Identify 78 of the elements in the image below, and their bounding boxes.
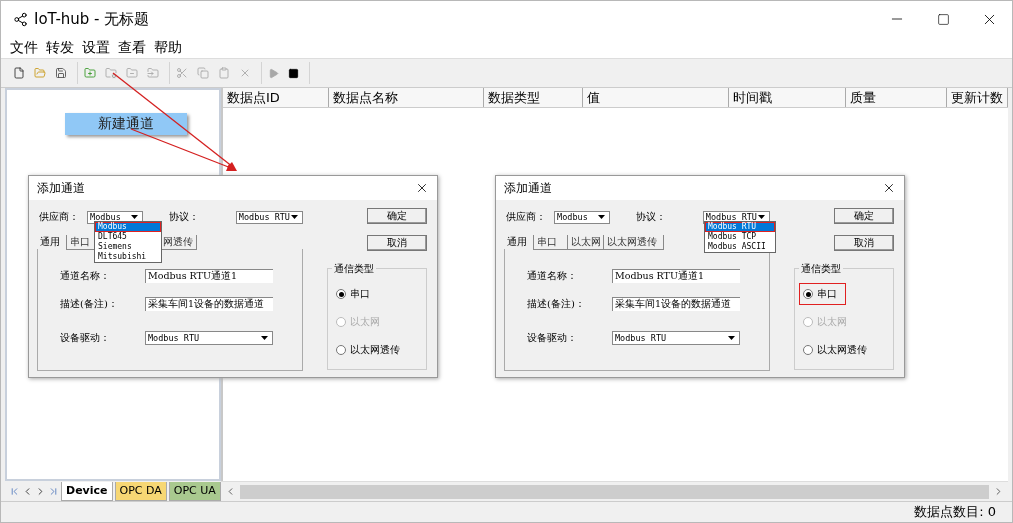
- field-label: 设备驱动：: [60, 331, 111, 345]
- tab[interactable]: 通用: [37, 235, 67, 250]
- input-field[interactable]: Modbus RTU通道1: [612, 269, 740, 283]
- last-page-icon[interactable]: [48, 485, 59, 497]
- first-page-icon[interactable]: [9, 485, 20, 497]
- caret-icon: [290, 214, 299, 220]
- status-text: 数据点数目: 0: [914, 503, 996, 521]
- floppy-icon[interactable]: [55, 67, 67, 79]
- sheet-tab[interactable]: Device: [61, 481, 113, 501]
- folder-plus-icon[interactable]: [84, 67, 96, 79]
- dropdown-field[interactable]: Modbus RTU: [235, 210, 303, 224]
- dialog-title: 添加通道: [37, 179, 85, 197]
- field-label: 描述(备注)：: [60, 297, 119, 311]
- dialog-button[interactable]: 确定: [367, 208, 427, 224]
- column-header[interactable]: 更新计数: [947, 88, 1008, 107]
- column-header[interactable]: 数据类型: [484, 88, 583, 107]
- app-logo-icon: [13, 11, 28, 27]
- window-title: IoT-hub - 无标题: [34, 9, 151, 29]
- radio-button[interactable]: 以太网透传: [799, 339, 876, 361]
- menu-item[interactable]: 查看: [118, 38, 146, 57]
- field-label: 供应商：: [505, 210, 547, 224]
- radio-button[interactable]: 以太网透传: [332, 339, 409, 361]
- column-header[interactable]: 值: [583, 88, 729, 107]
- radio-dot-icon[interactable]: [336, 289, 346, 299]
- dropdown-field[interactable]: Modbus RTU: [612, 331, 740, 345]
- field-label: 通道名称：: [527, 269, 578, 283]
- group-title: 通信类型: [799, 262, 843, 276]
- dropdown-option[interactable]: Modbus: [95, 222, 161, 232]
- tab[interactable]: 串口: [534, 235, 568, 250]
- column-header[interactable]: 时间戳: [729, 88, 846, 107]
- menu-item[interactable]: 帮助: [154, 38, 182, 57]
- input-field[interactable]: 采集车间1设备的数据通道: [612, 297, 740, 311]
- menu-item[interactable]: 转发: [46, 38, 74, 57]
- dropdown-option[interactable]: Mitsubishi: [95, 252, 161, 262]
- field-label: 通道名称：: [60, 269, 111, 283]
- dropdown-option[interactable]: Modbus TCP: [705, 232, 775, 242]
- dialog-button[interactable]: 取消: [834, 235, 894, 251]
- dropdown-option[interactable]: Modbus RTU: [705, 222, 775, 232]
- radio-dot-icon[interactable]: [803, 289, 813, 299]
- dialog-title: 添加通道: [504, 179, 552, 197]
- radio-dot-icon[interactable]: [803, 345, 813, 355]
- close-icon[interactable]: [882, 181, 896, 195]
- dialog-button[interactable]: 确定: [834, 208, 894, 224]
- tab[interactable]: 通用: [504, 235, 534, 250]
- radio-button[interactable]: 串口: [799, 283, 846, 305]
- radio-button[interactable]: 串口: [332, 283, 379, 305]
- horizontal-scrollbar[interactable]: [221, 481, 1008, 501]
- tab[interactable]: 以太网透传: [604, 235, 664, 250]
- input-field[interactable]: Modbus RTU通道1: [145, 269, 273, 283]
- dropdown-field[interactable]: Modbus RTU: [145, 331, 273, 345]
- file-icon[interactable]: [13, 67, 25, 79]
- menu-item[interactable]: 文件: [10, 38, 38, 57]
- field-label: 描述(备注)：: [527, 297, 586, 311]
- radio-dot-icon[interactable]: [336, 345, 346, 355]
- tab[interactable]: 以太网: [568, 235, 604, 250]
- column-header[interactable]: 数据点ID: [223, 88, 329, 107]
- maximize-icon[interactable]: [936, 12, 950, 26]
- sheet-tab[interactable]: OPC UA: [168, 481, 221, 501]
- caret-icon: [727, 335, 736, 341]
- stop-icon[interactable]: [288, 67, 299, 79]
- dialog-button[interactable]: 取消: [367, 235, 427, 251]
- dropdown-field[interactable]: Modbus: [554, 210, 611, 224]
- field-label: 协议：: [635, 210, 668, 224]
- caret-icon: [597, 214, 607, 220]
- column-header[interactable]: 数据点名称: [329, 88, 484, 107]
- group-title: 通信类型: [332, 262, 376, 276]
- folder-icon[interactable]: [34, 67, 46, 79]
- menu-item[interactable]: 设置: [82, 38, 110, 57]
- dropdown-option[interactable]: Modbus ASCII: [705, 242, 775, 252]
- field-label: 设备驱动：: [527, 331, 578, 345]
- field-label: 供应商：: [38, 210, 80, 224]
- sheet-tab[interactable]: OPC DA: [114, 481, 167, 501]
- context-menu-item[interactable]: 新建通道: [65, 113, 187, 135]
- field-label: 协议：: [168, 210, 201, 224]
- caret-icon: [260, 335, 269, 341]
- close-icon[interactable]: [415, 181, 429, 195]
- column-header[interactable]: 质量: [846, 88, 947, 107]
- input-field[interactable]: 采集车间1设备的数据通道: [145, 297, 273, 311]
